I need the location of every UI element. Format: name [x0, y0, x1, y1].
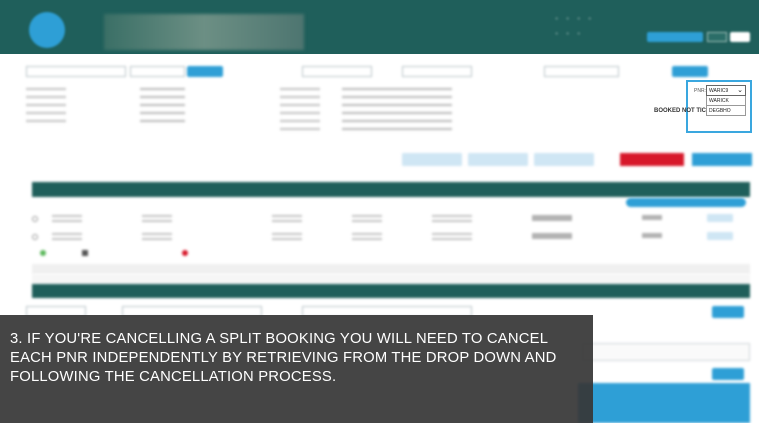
- update-button[interactable]: [712, 306, 744, 318]
- instruction-caption: 3. IF YOU'RE CANCELLING A SPLIT BOOKING …: [0, 315, 593, 423]
- update-button-2[interactable]: [712, 368, 744, 380]
- chevron-down-icon: ⌄: [737, 87, 743, 94]
- ticketing-deadline-badge: [626, 198, 746, 207]
- action-button-2[interactable]: [468, 153, 528, 166]
- cancel-pnr-button[interactable]: [620, 153, 684, 166]
- search-input[interactable]: [130, 66, 185, 77]
- pnr-option-1[interactable]: WARICK: [706, 96, 746, 106]
- booking-status: BOOKED NOT TIC: [654, 108, 706, 114]
- filter-input[interactable]: [302, 66, 372, 77]
- search-row: [22, 62, 750, 80]
- info-panel: [578, 383, 750, 423]
- segment-row: [32, 212, 750, 230]
- pnr-selected-value: WARIC9: [709, 88, 729, 94]
- caption-text: 3. IF YOU'RE CANCELLING A SPLIT BOOKING …: [10, 331, 557, 385]
- pnr-label: PNR:: [694, 88, 706, 94]
- account-button[interactable]: [647, 32, 703, 42]
- action-button-3[interactable]: [534, 153, 594, 166]
- radio-icon[interactable]: [32, 234, 38, 240]
- header-input[interactable]: [707, 32, 727, 42]
- search-button[interactable]: [187, 66, 223, 77]
- logout-button[interactable]: [730, 32, 750, 42]
- action-button-1[interactable]: [402, 153, 462, 166]
- radio-icon[interactable]: [32, 216, 38, 222]
- pay-ticket-button[interactable]: [692, 153, 752, 166]
- search-type-select[interactable]: [26, 66, 126, 77]
- pnr-option-2[interactable]: DEGBHO: [706, 106, 746, 116]
- passenger-grid-total: [32, 284, 750, 298]
- booking-actions: [402, 153, 752, 167]
- pnr-selector-callout: PNR: WARIC9 ⌄ WARICK DEGBHO: [686, 80, 752, 133]
- passenger-grid-row: [32, 274, 750, 284]
- sort-select[interactable]: [544, 66, 619, 77]
- segment-row: [32, 230, 750, 248]
- go-button[interactable]: [672, 66, 708, 77]
- header-links: [555, 16, 750, 50]
- filter-select[interactable]: [402, 66, 472, 77]
- header-banner: [104, 14, 304, 50]
- app-header: [0, 0, 759, 56]
- notes-box[interactable]: [582, 343, 750, 361]
- segment-button[interactable]: [707, 214, 733, 222]
- pnr-dropdown[interactable]: WARIC9 ⌄: [706, 85, 746, 96]
- segments-header-bar: [32, 182, 750, 197]
- brand-logo: [29, 12, 65, 48]
- segment-button[interactable]: [707, 232, 733, 240]
- segment-actions-row: [32, 248, 750, 260]
- passenger-grid-header: [32, 264, 750, 274]
